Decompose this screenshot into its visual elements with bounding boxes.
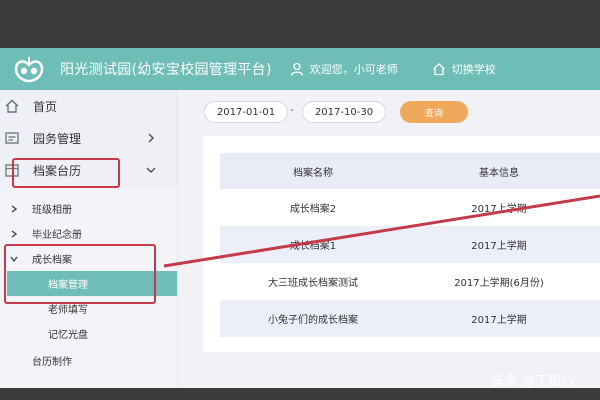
column-header-info: 基本信息 [479, 167, 519, 179]
chevron-right-icon [11, 229, 18, 238]
cell-info: 2017上学期 [471, 204, 527, 215]
sidebar-item-label: 台历制作 [32, 357, 72, 368]
sidebar-subitem-label: 毕业纪念册 [32, 230, 82, 241]
sidebar-item-label: 园务管理 [33, 131, 82, 146]
sidebar-item-affairs[interactable]: 园务管理 [0, 122, 177, 154]
table-row[interactable]: 成长档案2 2017上学期 [220, 189, 600, 226]
table-row[interactable]: 小兔子们的成长档案 2017上学期 [220, 300, 600, 337]
sidebar-subitem-graduation-book[interactable]: 毕业纪念册 [0, 221, 177, 246]
chevron-right-icon [11, 204, 18, 213]
annotation-box-growth-archive [4, 244, 156, 304]
sidebar-item-home[interactable]: 首页 [0, 90, 177, 122]
cell-name: 大三班成长档案测试 [268, 278, 358, 289]
cell-info: 2017上学期(6月份) [454, 278, 544, 289]
annotation-box-archives [12, 158, 120, 188]
date-separator: - [290, 103, 294, 116]
document-icon [5, 132, 19, 144]
sidebar-item-label: 首页 [33, 99, 58, 114]
chevron-right-icon [148, 133, 155, 143]
welcome-text: 欢迎您，小可老师 [309, 63, 398, 76]
column-header-name: 档案名称 [293, 167, 333, 179]
switch-school-button[interactable]: 切换学校 [432, 61, 496, 77]
sidebar-subitem-class-album[interactable]: 班级相册 [0, 196, 177, 221]
table-row[interactable]: 大三班成长档案测试 2017上学期(6月份) [220, 263, 600, 300]
switch-school-label: 切换学校 [451, 63, 496, 76]
cell-info: 2017上学期 [471, 241, 527, 252]
user-menu[interactable]: 欢迎您，小可老师 [290, 61, 398, 77]
watermark: 头条 @丁走心 [492, 374, 575, 389]
sidebar-leaf-memory-disc[interactable]: 记忆光盘 [0, 321, 177, 346]
end-date-input[interactable]: 2017-10-30 [302, 101, 386, 123]
bottom-frame [0, 388, 600, 400]
sidebar: 首页 园务管理 档案台历 班级相册 毕业纪念册 成长档案 档案管理 老师填写 记… [0, 90, 178, 388]
top-frame [0, 0, 600, 48]
table-header: 档案名称 基本信息 [220, 153, 600, 189]
user-icon [290, 62, 303, 76]
app-title: 阳光测试园(幼安宝校园管理平台) [60, 62, 272, 78]
cell-name: 成长档案1 [289, 241, 337, 252]
archive-table: 档案名称 基本信息 成长档案2 2017上学期 成长档案1 2017上学期 大三… [220, 153, 600, 337]
query-button[interactable]: 查询 [400, 101, 468, 123]
sidebar-subitem-label: 班级相册 [32, 205, 72, 216]
start-date-input[interactable]: 2017-01-01 [204, 101, 288, 123]
cell-info: 2017上学期 [471, 315, 527, 326]
logo-icon [12, 55, 46, 83]
cell-name: 成长档案2 [289, 204, 337, 215]
app-header: 阳光测试园(幼安宝校园管理平台) 欢迎您，小可老师 切换学校 [0, 48, 600, 90]
table-row[interactable]: 成长档案1 2017上学期 [220, 226, 600, 263]
chevron-down-icon [146, 167, 156, 174]
home-icon [432, 63, 445, 76]
home-icon [5, 99, 19, 113]
cell-name: 小兔子们的成长档案 [268, 315, 358, 326]
sidebar-item-calendar-making[interactable]: 台历制作 [0, 348, 177, 373]
